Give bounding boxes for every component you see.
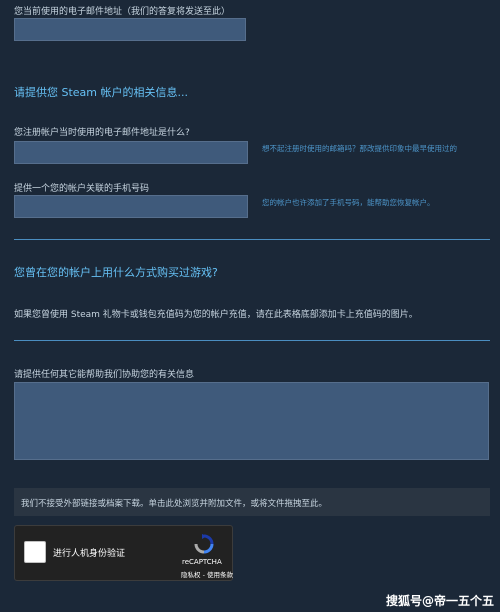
recaptcha-checkbox[interactable] — [24, 541, 46, 563]
registered-email-field[interactable] — [14, 141, 248, 164]
phone-hint: 您的帐户也许添加了手机号码，能帮助您恢复帐户。 — [262, 198, 435, 207]
section-divider-1 — [14, 239, 490, 240]
account-info-heading: 请提供您 Steam 帐户的相关信息... — [14, 86, 189, 99]
recaptcha-label: 进行人机身份验证 — [53, 549, 126, 559]
current-email-label: 您当前使用的电子邮件地址（我们的答复将发送至此） — [14, 7, 231, 17]
recaptcha-brand: reCAPTCHA — [182, 558, 222, 566]
recaptcha-widget: 进行人机身份验证 reCAPTCHA 隐私权 - 使用条款 — [14, 525, 233, 581]
attachment-text: 我们不接受外部链接或档案下载。单击此处浏览并附加文件，或将文件拖拽至此。 — [21, 499, 328, 509]
extra-info-label: 请提供任何其它能帮助我们协助您的有关信息 — [14, 370, 195, 380]
phone-label: 提供一个您的帐户关联的手机号码 — [14, 184, 150, 194]
recaptcha-links[interactable]: 隐私权 - 使用条款 — [181, 569, 233, 579]
watermark: 搜狐号@帝一五个五 — [386, 594, 495, 608]
registered-email-hint: 想不起注册时使用的邮箱吗？那改提供印象中最早使用过的 — [262, 144, 457, 153]
section-divider-2 — [14, 340, 490, 341]
wallet-code-text: 如果您曾使用 Steam 礼物卡或钱包充值码为您的帐户充值，请在此表格底部添加卡… — [14, 310, 418, 320]
extra-info-textarea[interactable] — [14, 382, 489, 460]
attachment-dropzone[interactable]: 我们不接受外部链接或档案下载。单击此处浏览并附加文件，或将文件拖拽至此。 — [14, 488, 490, 516]
registered-email-label: 您注册帐户当时使用的电子邮件地址是什么? — [14, 128, 190, 138]
recaptcha-logo-icon — [193, 533, 215, 555]
purchase-method-heading: 您曾在您的帐户上用什么方式购买过游戏? — [14, 266, 218, 279]
phone-field[interactable] — [14, 195, 248, 218]
current-email-field[interactable] — [14, 18, 246, 41]
